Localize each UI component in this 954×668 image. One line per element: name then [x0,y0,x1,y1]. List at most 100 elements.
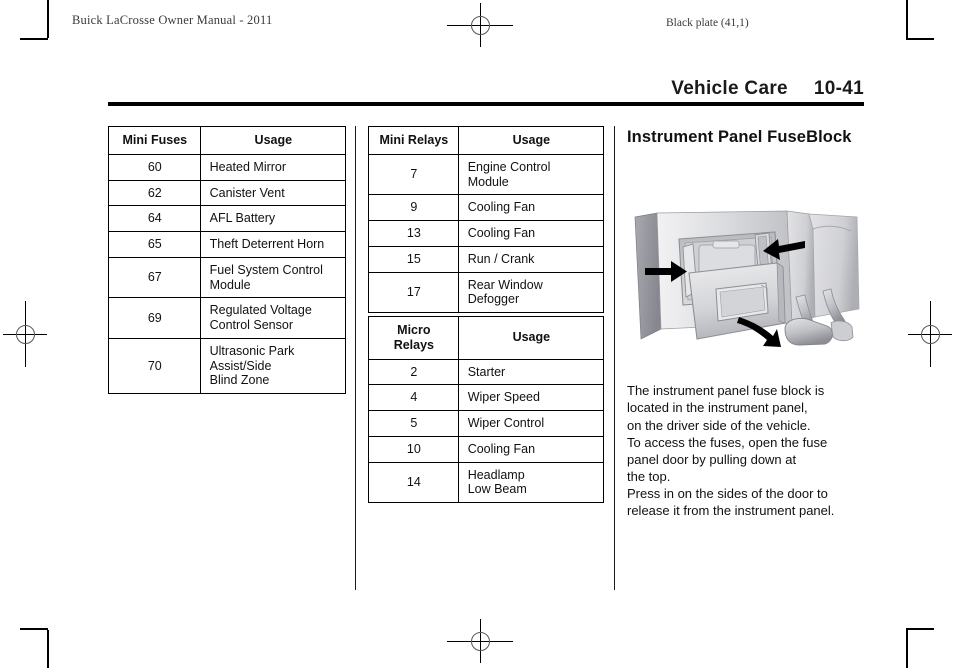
table-header-row: Micro Relays Usage [368,316,605,360]
cell-number: 70 [108,337,201,395]
cell-usage: Run / Crank [457,245,605,273]
column-header-usage: Usage [457,316,605,360]
column-divider-2 [614,126,615,590]
usage-line: Canister Vent [209,185,285,200]
column-header-key: Mini Fuses [108,126,201,155]
usage-line: Run / Crank [467,251,535,266]
black-plate-label: Black plate (41,1) [666,17,749,29]
cell-number: 4 [368,384,459,411]
column-header-key: Micro Relays [368,316,459,360]
cell-number: 7 [368,153,459,196]
cell-number: 10 [368,435,459,463]
instrument-panel-fuse-block-illustration [627,205,865,370]
usage-line: Cooling Fan [467,226,536,240]
document-header-title: Buick LaCrosse Owner Manual - 2011 [72,13,273,27]
cell-number: 2 [368,358,459,386]
usage-line: Low Beam [467,482,527,497]
crop-mark-bottom-right-horizontal [906,628,934,630]
running-head-section: Vehicle Care [671,78,788,99]
usage-line: Assist/Side [209,358,272,373]
table-body: 60 Heated Mirror 62 Canister Vent 64 AFL Batt… [108,153,347,395]
cell-number: 67 [108,256,201,299]
paragraph-line: located in the instrument panel, [627,400,808,416]
body-paragraph-1: The instrument panel fuse block is locate… [627,382,867,486]
cell-number: 14 [368,461,459,503]
column-divider-1 [355,126,356,590]
paragraph-line: release it from the instrument panel. [627,503,835,519]
cell-usage: Headlamp Low Beam [457,461,605,503]
usage-line: Fuel System Control [209,262,323,277]
table-row: 13 Cooling Fan [368,220,605,247]
page-title-line: Instrument Panel Fuse [627,128,807,146]
cell-usage: Wiper Speed [457,384,605,411]
registration-mark-bottom [447,619,513,663]
cell-number: 65 [108,231,201,258]
usage-line: Ultrasonic Park [209,343,295,358]
crop-mark-bottom-left-horizontal [20,628,48,630]
mini-fuses-table: Mini Fuses Usage 60 Heated Mirror 62 Caniste… [108,126,347,395]
micro-relays-table: Micro Relays Usage 2 Starter 4 Wiper Speed 5 Wi… [368,316,605,503]
usage-line: AFL Battery [209,211,276,226]
column-header-usage: Usage [199,126,347,155]
registration-mark-top [447,3,513,47]
usage-line: Wiper Control [467,416,545,430]
table-row: 10 Cooling Fan [368,435,605,463]
header-line: Micro [397,323,431,337]
cell-usage: Cooling Fan [457,194,605,221]
crop-mark-bottom-left-vertical [47,630,49,668]
table-row: 14 Headlamp Low Beam [368,461,605,503]
crop-mark-bottom-right-vertical [906,630,908,668]
header-line: Usage [254,133,293,147]
table-row: 62 Canister Vent [108,179,347,207]
table-row: 5 Wiper Control [368,410,605,437]
cell-number: 17 [368,271,459,313]
table-row: 2 Starter [368,358,605,386]
usage-line: Theft Deterrent Horn [209,237,325,251]
table-row: 7 Engine Control Module [368,153,605,196]
paragraph-line: panel door by pulling down at [627,452,797,468]
header-line: Mini Fuses [122,133,188,147]
page-title-line: Block [806,128,852,146]
crop-mark-top-left-horizontal [20,38,48,40]
paragraph-line: the top. [627,469,671,485]
table-row: 15 Run / Crank [368,245,605,273]
usage-line: Starter [467,364,506,379]
registration-mark-right [908,301,952,367]
table-body: 2 Starter 4 Wiper Speed 5 Wiper Control 10 Cool… [368,358,605,503]
paragraph-line: To access the fuses, open the fuse [627,434,828,450]
cell-usage: Regulated Voltage Control Sensor [199,297,347,339]
cell-usage: Wiper Control [457,410,605,437]
table-body: 7 Engine Control Module 9 Cooling Fan 13 Cooli… [368,153,605,313]
cell-usage: Theft Deterrent Horn [199,231,347,258]
page-title: Instrument Panel FuseBlock [627,127,867,148]
column-header-usage: Usage [457,126,605,155]
cell-usage: Rear Window Defogger [457,271,605,313]
table-row: 4 Wiper Speed [368,384,605,411]
table-row: 17 Rear Window Defogger [368,271,605,313]
usage-line: Wiper Speed [467,390,540,405]
paragraph-line: The instrument panel fuse block is [627,383,825,398]
usage-line: Regulated Voltage [209,303,312,318]
paragraph-line: on the driver side of the vehicle. [627,417,811,433]
cell-usage: Heated Mirror [199,153,347,181]
cell-usage: Engine Control Module [457,153,605,196]
usage-line: Module [467,174,509,189]
usage-line: Control Sensor [209,318,293,332]
body-paragraph-2: Press in on the sides of the door to rele… [627,485,867,520]
header-line: Mini Relays [379,133,449,147]
table-row: 64 AFL Battery [108,205,347,232]
crop-mark-top-right-horizontal [906,38,934,40]
table-header-row: Mini Fuses Usage [108,126,347,155]
cell-number: 9 [368,194,459,221]
usage-line: Module [209,277,251,292]
table-row: 70 Ultrasonic Park Assist/Side Blind Zone [108,337,347,395]
header-line: Usage [512,330,551,345]
paragraph-line: Press in on the sides of the door to [627,486,828,501]
running-head-page-number: 10-41 [813,78,864,99]
cell-usage: Starter [457,358,605,386]
usage-line: Engine Control [467,159,551,174]
cell-number: 60 [108,153,201,181]
cell-number: 64 [108,205,201,232]
cell-usage: Canister Vent [199,179,347,207]
usage-line: Rear Window [467,277,543,292]
